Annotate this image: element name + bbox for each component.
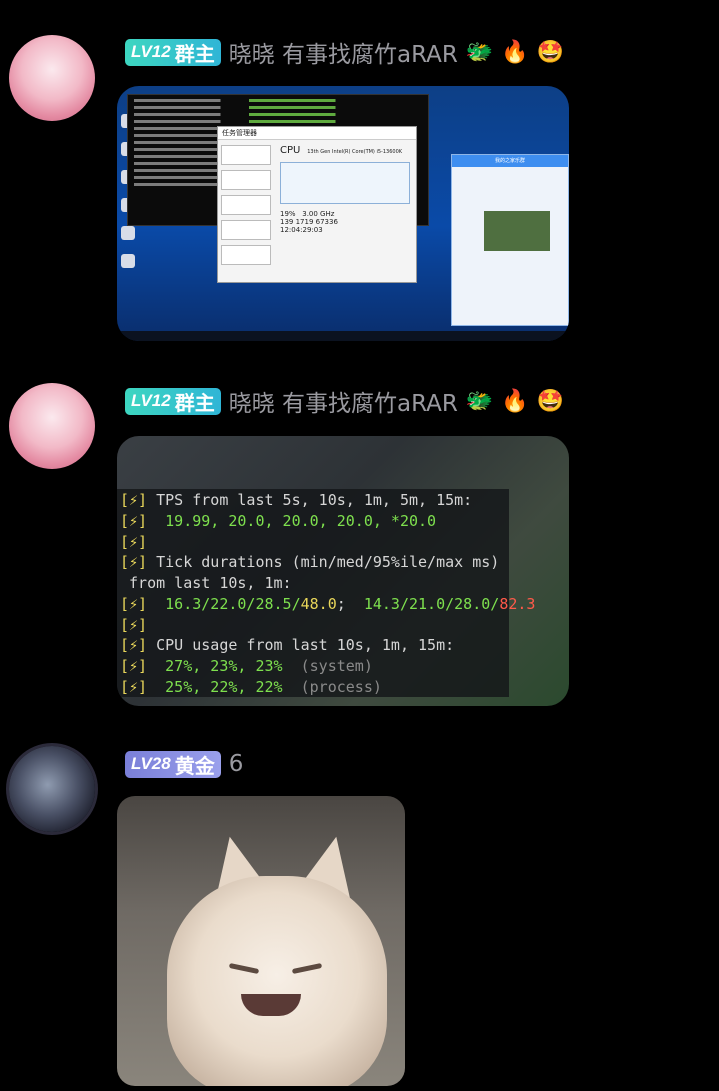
avatar[interactable] (9, 383, 95, 469)
level-badge: LV12 群主 (125, 38, 221, 66)
avatar[interactable] (9, 35, 95, 121)
screenshot-image[interactable]: 任务管理器 CPU 13th Gen Intel(R) Core(TM) i5-… (117, 86, 569, 341)
sender-name[interactable]: 晓晓 有事找腐竹aRAR (229, 384, 458, 418)
sender-header: LV28 黄金 6 (125, 749, 243, 779)
taskbar (117, 331, 569, 341)
console-line: from last 10s, 1m: (120, 574, 292, 592)
chat-title: 我的之家乐群 (452, 155, 568, 167)
console-line: [⚡] 27%, 23%, 23% (system) (120, 657, 373, 675)
cpu-graph (280, 162, 410, 204)
dragon-icon: 🐲 (465, 388, 494, 414)
role-label: 群主 (174, 41, 215, 66)
role-label: 黄金 (174, 753, 215, 778)
fire-icon: 🔥 (501, 388, 529, 414)
console-line: [⚡] 16.3/22.0/28.5/48.0; 14.3/21.0/28.0/… (120, 595, 536, 613)
cat-image[interactable] (117, 796, 405, 1086)
sender-header: LV12 群主 晓晓 有事找腐竹aRAR 🐲 🔥 🤩 (125, 35, 565, 69)
chat-window: 我的之家乐群 (451, 154, 569, 326)
util-value: 19% (280, 210, 296, 218)
sender-name[interactable]: 晓晓 有事找腐竹aRAR (229, 35, 458, 69)
message-text: 6 (228, 751, 244, 777)
level-badge: LV12 群主 (125, 387, 221, 415)
role-label: 群主 (174, 390, 215, 415)
console-line: [⚡] Tick durations (min/med/95%ile/max m… (120, 553, 500, 571)
speed-value: 3.00 GHz (302, 210, 335, 218)
star-eyes-icon: 🤩 (536, 388, 565, 414)
console-line: [⚡] CPU usage from last 10s, 1m, 15m: (120, 636, 455, 654)
console-line: [⚡] (120, 533, 148, 551)
cpu-model: 13th Gen Intel(R) Core(TM) i5-13600K (307, 149, 403, 155)
console-line: [⚡] 19.99, 20.0, 20.0, 20.0, *20.0 (120, 512, 437, 530)
console-line: [⚡] (120, 616, 148, 634)
console-screenshot[interactable]: [⚡] TPS from last 5s, 10s, 1m, 5m, 15m: … (117, 436, 569, 706)
uptime-value: 12:04:29:03 (280, 226, 323, 234)
fire-icon: 🔥 (501, 39, 529, 65)
avatar[interactable] (9, 746, 95, 832)
level-badge: LV28 黄金 (125, 750, 221, 778)
star-eyes-icon: 🤩 (536, 39, 565, 65)
console-line: [⚡] 25%, 22%, 22% (process) (120, 678, 382, 696)
process-stats: 139 1719 67336 (280, 218, 338, 226)
console-line: [⚡] TPS from last 5s, 10s, 1m, 5m, 15m: (120, 491, 473, 509)
task-manager-window: 任务管理器 CPU 13th Gen Intel(R) Core(TM) i5-… (217, 126, 417, 283)
taskmgr-title: 任务管理器 (218, 127, 416, 140)
cpu-label: CPU (280, 145, 301, 156)
sender-header: LV12 群主 晓晓 有事找腐竹aRAR 🐲 🔥 🤩 (125, 384, 565, 418)
dragon-icon: 🐲 (465, 39, 494, 65)
